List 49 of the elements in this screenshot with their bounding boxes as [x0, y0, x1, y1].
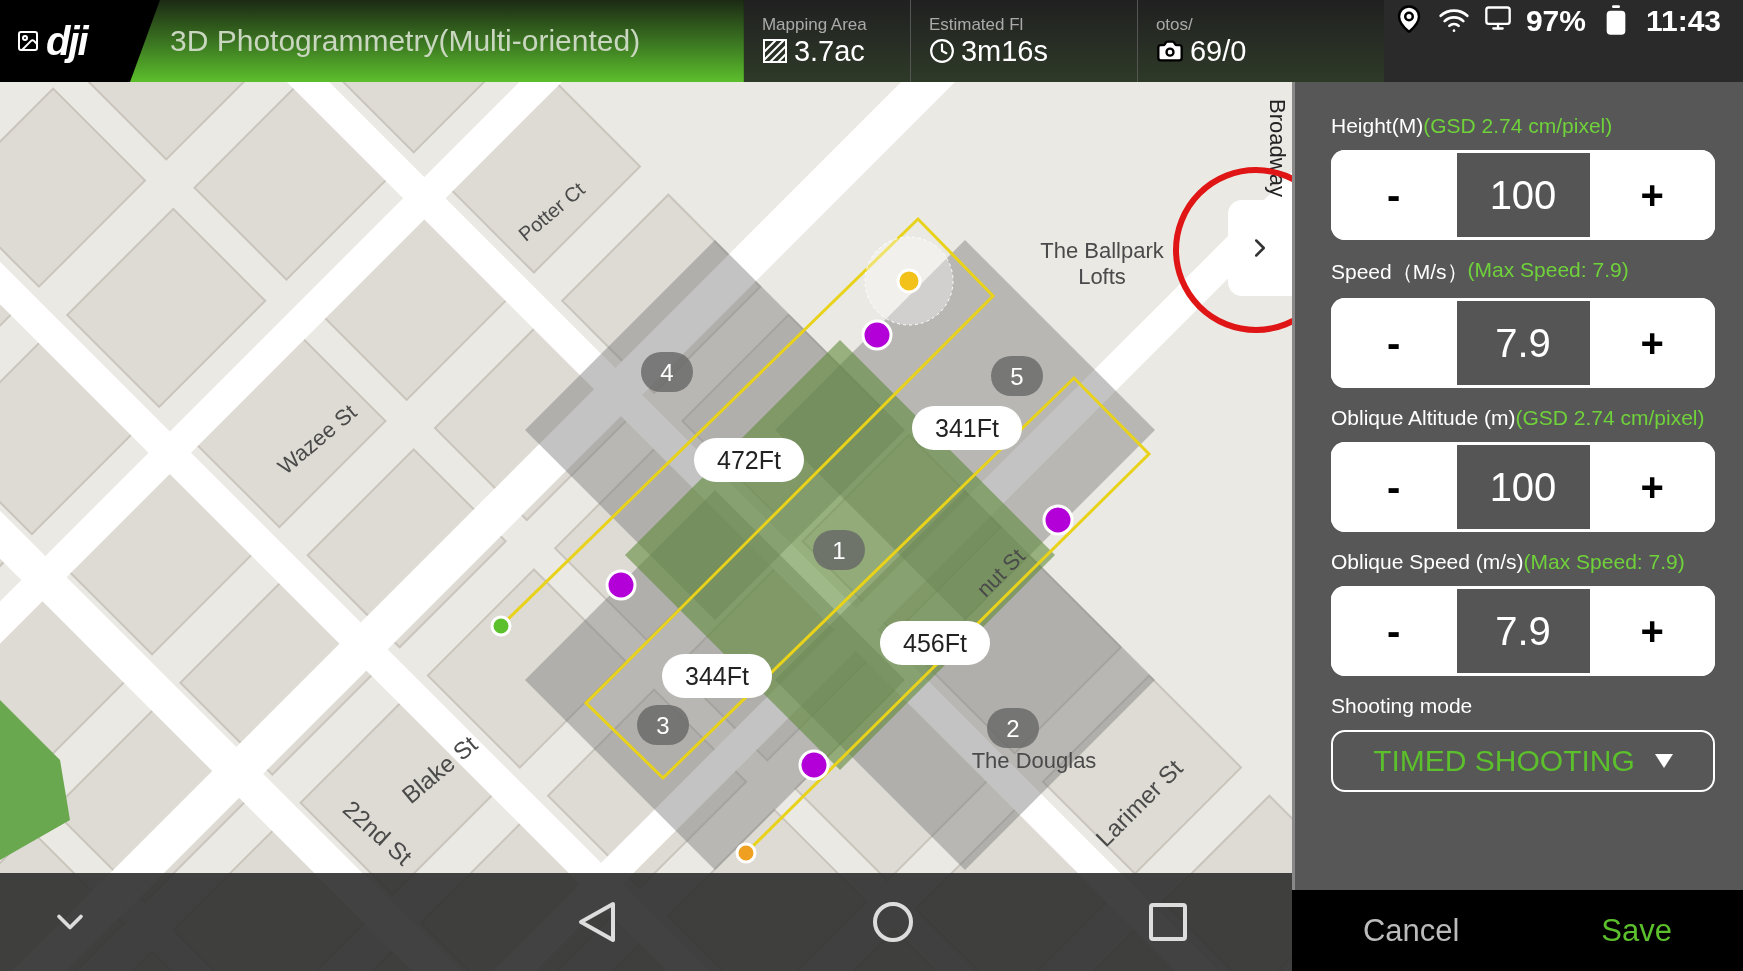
waypoint-marker[interactable]: [1042, 504, 1074, 536]
distance-label: 472Ft: [694, 438, 804, 482]
stat-value: 69/0: [1189, 34, 1247, 68]
screen-icon: [1483, 4, 1512, 32]
stat-value: 3.7ac: [793, 34, 865, 68]
clock-time: 11:43: [1645, 4, 1721, 38]
value-field[interactable]: 100: [1456, 153, 1590, 237]
waypoint-marker[interactable]: [798, 749, 830, 781]
battery-percent: 97%: [1525, 4, 1586, 38]
street-label: nut St: [971, 543, 1030, 602]
value-field[interactable]: 100: [1456, 445, 1590, 529]
recents-square-icon: [1148, 902, 1188, 942]
field-label: Oblique Altitude (m): [1331, 406, 1516, 430]
save-button[interactable]: Save: [1595, 911, 1679, 950]
start-marker: [490, 615, 512, 637]
cancel-button[interactable]: Cancel: [1356, 911, 1466, 950]
image-icon: [16, 29, 40, 53]
field-hint: (Max Speed: 7.9): [1523, 550, 1686, 574]
field-hint: (GSD 2.74 cm/pixel): [1423, 114, 1614, 138]
stat-label: Mapping Area: [761, 14, 868, 35]
waypoint-marker[interactable]: [605, 569, 637, 601]
field-label: Height(M): [1331, 114, 1424, 138]
distance-label: 344Ft: [662, 654, 772, 698]
field-hint: (Max Speed: 7.9): [1467, 258, 1630, 282]
value-field[interactable]: 7.9: [1456, 589, 1590, 673]
field-label: Speed（M/s）: [1331, 259, 1468, 285]
waypoint-marker[interactable]: [861, 319, 893, 351]
distance-label: 341Ft: [912, 406, 1022, 450]
stat-label: otos/: [1155, 14, 1194, 35]
home-circle-icon: [872, 901, 914, 943]
back-triangle-icon: [577, 901, 617, 943]
street-label: Lofts: [1078, 264, 1126, 289]
value-field[interactable]: 7.9: [1456, 301, 1590, 385]
field-label: Shooting mode: [1331, 694, 1473, 718]
clock-icon: [928, 38, 955, 64]
mission-title: 3D Photogrammetry(Multi-oriented): [170, 24, 641, 58]
drone-marker: [896, 268, 922, 294]
dropdown-triangle-icon: [1654, 754, 1673, 768]
hatched-square-icon: [761, 38, 788, 64]
field-label: Oblique Speed (m/s): [1331, 550, 1524, 574]
app-logo: dji: [46, 18, 87, 64]
street-label: The Ballpark: [1040, 238, 1164, 263]
stat-value: 3m16s: [960, 34, 1048, 68]
end-marker: [735, 842, 757, 864]
distance-label: 456Ft: [880, 621, 990, 665]
street-label: Broadway: [1265, 99, 1290, 197]
street-label: The Douglas: [971, 748, 1097, 773]
stat-label: Estimated Fl: [928, 14, 1025, 35]
field-hint: (GSD 2.74 cm/pixel): [1515, 406, 1706, 430]
